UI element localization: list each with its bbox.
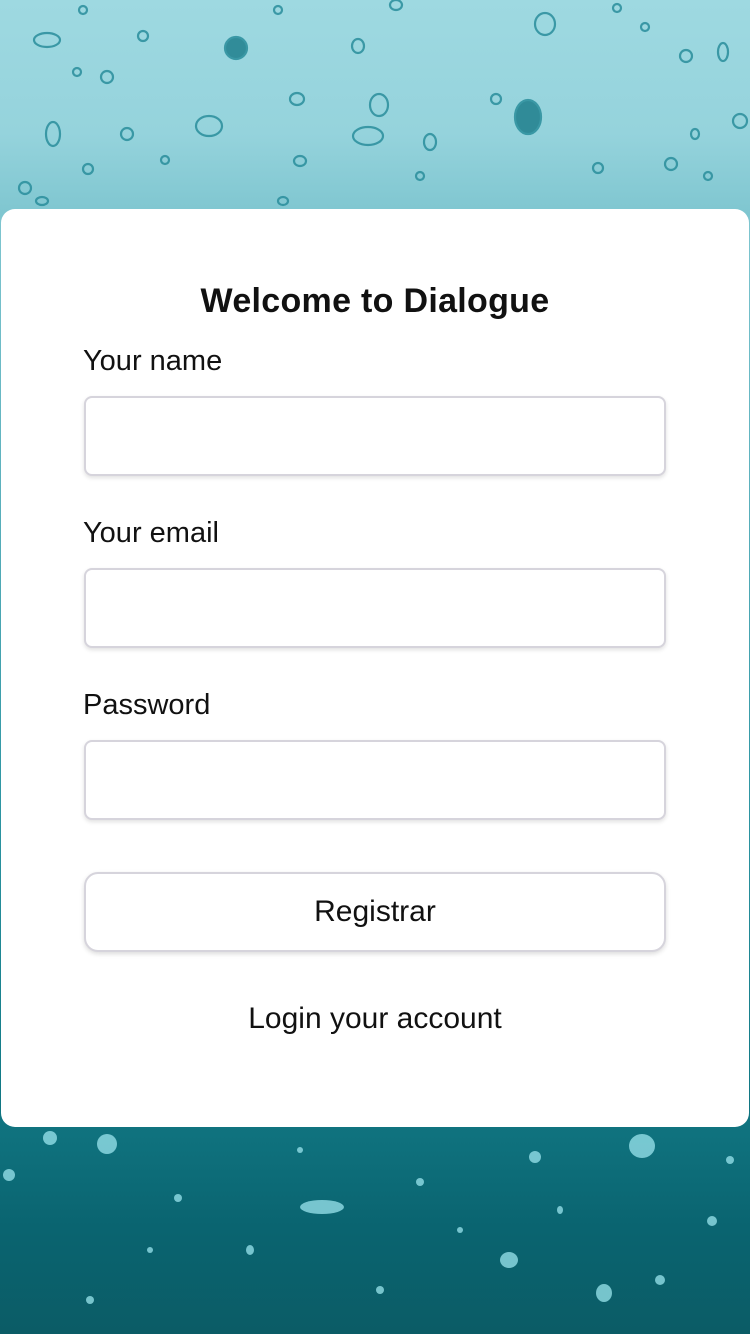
email-label: Your email (83, 517, 219, 549)
raindrops-top (17, 0, 749, 207)
password-label: Password (83, 689, 211, 721)
register-button[interactable]: Registrar (84, 872, 666, 952)
name-label: Your name (83, 345, 223, 377)
password-input[interactable] (84, 740, 666, 820)
login-link[interactable]: Login your account (0, 1002, 750, 1036)
email-input[interactable] (84, 568, 666, 648)
name-input[interactable] (84, 396, 666, 476)
raindrops-bottom (3, 1131, 734, 1304)
page-title: Welcome to Dialogue (200, 282, 550, 320)
